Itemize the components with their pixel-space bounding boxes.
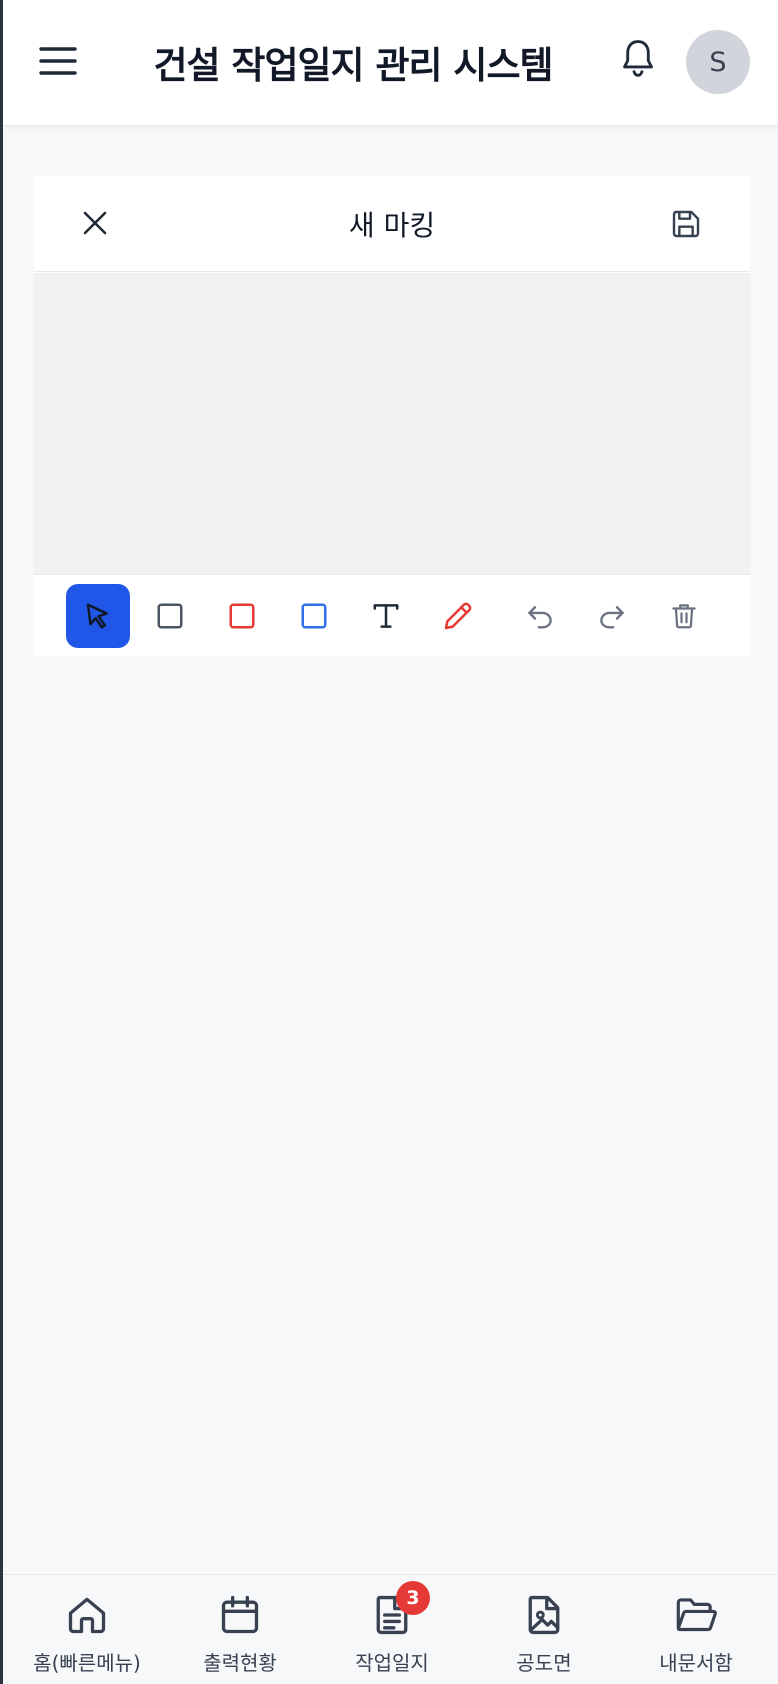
nav-label: 홈(빠른메뉴) [33, 1651, 141, 1675]
app-header: 건설 작업일지 관리 시스템 S [3, 0, 778, 126]
nav-label: 내문서함 [659, 1651, 733, 1675]
nav-icon-wrapper [63, 1591, 111, 1639]
delete-button[interactable] [652, 584, 716, 648]
nav-item-my-documents[interactable]: 내문서함 [621, 1575, 771, 1684]
close-icon [83, 211, 107, 235]
undo-icon [528, 606, 552, 629]
floppy-disk-icon [672, 210, 700, 238]
red-rectangle-tool-button[interactable] [210, 584, 274, 648]
hamburger-icon [39, 47, 77, 75]
nav-icon-wrapper [216, 1591, 264, 1639]
select-tool-button[interactable] [66, 584, 130, 648]
redo-button[interactable] [580, 584, 644, 648]
calendar-icon [221, 1595, 259, 1634]
text-tool-button[interactable] [354, 584, 418, 648]
nav-item-worklog[interactable]: 3 작업일지 [317, 1575, 467, 1684]
pencil-icon [444, 602, 472, 630]
page-title: 건설 작업일지 관리 시스템 [153, 44, 553, 87]
redo-icon [600, 606, 624, 629]
text-icon [373, 604, 399, 628]
bottom-navigation: 홈(빠른메뉴) 출력현황 3 작업일지 공도면 내문서함 [3, 1574, 778, 1684]
undo-button[interactable] [508, 584, 572, 648]
square-icon [229, 603, 255, 629]
editor-title: 새 마킹 [348, 209, 436, 242]
cursor-arrow-icon [86, 603, 108, 629]
bell-icon [623, 40, 653, 77]
nav-icon-wrapper [672, 1591, 720, 1639]
square-icon [157, 603, 183, 629]
nav-icon-wrapper [520, 1591, 568, 1639]
image-file-icon [528, 1595, 560, 1635]
nav-icon-wrapper: 3 [368, 1581, 430, 1639]
nav-item-attendance[interactable]: 출력현황 [165, 1575, 315, 1684]
editor-header: 새 마킹 [34, 176, 750, 272]
save-button[interactable] [664, 202, 708, 246]
nav-item-home[interactable]: 홈(빠른메뉴) [12, 1575, 162, 1684]
blue-rectangle-tool-button[interactable] [282, 584, 346, 648]
folder-open-icon [676, 1598, 717, 1632]
notification-badge: 3 [396, 1581, 430, 1615]
nav-label: 작업일지 [355, 1651, 429, 1675]
drawing-toolbar [34, 576, 750, 656]
user-avatar[interactable]: S [686, 30, 750, 94]
pen-tool-button[interactable] [426, 584, 490, 648]
menu-button[interactable] [37, 40, 79, 82]
rectangle-tool-button[interactable] [138, 584, 202, 648]
nav-label: 출력현황 [203, 1651, 277, 1675]
notification-button[interactable] [613, 34, 663, 84]
nav-label: 공도면 [516, 1651, 572, 1675]
home-icon [68, 1597, 106, 1634]
nav-item-drawings[interactable]: 공도면 [469, 1575, 619, 1684]
close-button[interactable] [74, 202, 116, 244]
trash-icon [672, 604, 696, 629]
marking-editor: 새 마킹 [34, 176, 750, 656]
window-left-edge [0, 0, 3, 1684]
square-icon [301, 603, 327, 629]
drawing-canvas[interactable] [34, 273, 750, 575]
